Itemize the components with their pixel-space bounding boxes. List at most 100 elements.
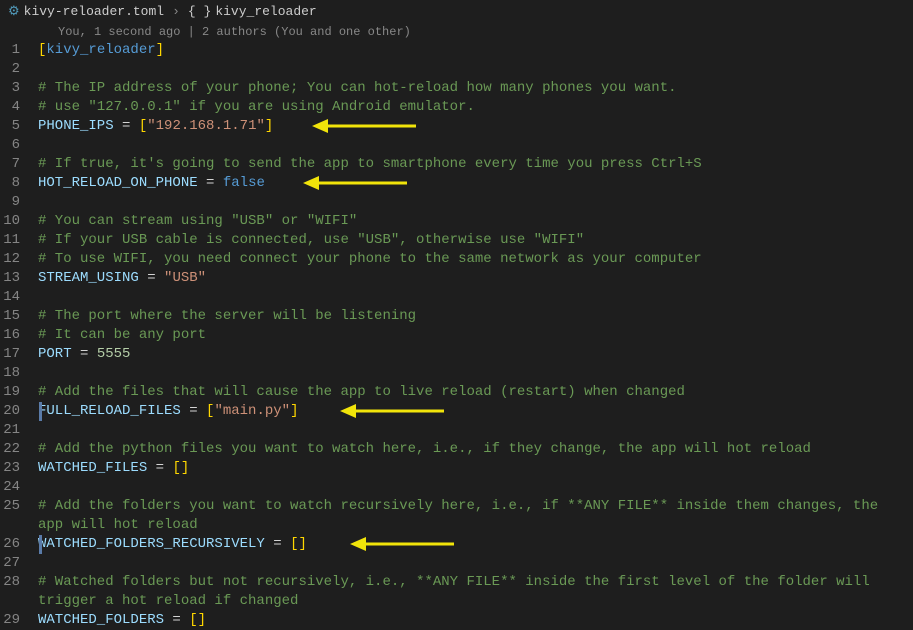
- code-line[interactable]: 20FULL_RELOAD_FILES = ["main.py"]: [0, 402, 913, 421]
- line-content[interactable]: [kivy_reloader]: [38, 41, 913, 60]
- line-content[interactable]: # You can stream using "USB" or "WIFI": [38, 212, 913, 231]
- code-editor[interactable]: 1[kivy_reloader]23# The IP address of yo…: [0, 41, 913, 630]
- line-number: 4: [0, 98, 38, 117]
- line-content[interactable]: # Add the files that will cause the app …: [38, 383, 913, 402]
- code-line[interactable]: 3# The IP address of your phone; You can…: [0, 79, 913, 98]
- line-number: 14: [0, 288, 38, 307]
- code-line[interactable]: 2: [0, 60, 913, 79]
- annotation-arrow-icon: [350, 535, 454, 553]
- line-content[interactable]: WATCHED_FOLDERS = []: [38, 611, 913, 630]
- line-number: 20: [0, 402, 38, 421]
- code-line[interactable]: 11# If your USB cable is connected, use …: [0, 231, 913, 250]
- token-key: PHONE_IPS: [38, 118, 114, 134]
- line-content[interactable]: # If your USB cable is connected, use "U…: [38, 231, 913, 250]
- gutter-change-marker: [39, 535, 42, 554]
- code-line[interactable]: 4# use "127.0.0.1" if you are using Andr…: [0, 98, 913, 117]
- token-op: =: [164, 612, 189, 628]
- token-comment: # To use WIFI, you need connect your pho…: [38, 251, 702, 267]
- token-bracket: ]: [181, 460, 189, 476]
- code-line[interactable]: 5PHONE_IPS = ["192.168.1.71"]: [0, 117, 913, 136]
- code-line[interactable]: 27: [0, 554, 913, 573]
- line-content[interactable]: STREAM_USING = "USB": [38, 269, 913, 288]
- git-blame-annotation[interactable]: You, 1 second ago | 2 authors (You and o…: [0, 23, 913, 41]
- line-number: 28: [0, 573, 38, 592]
- token-comment: # use "127.0.0.1" if you are using Andro…: [38, 99, 475, 115]
- line-content[interactable]: # The IP address of your phone; You can …: [38, 79, 913, 98]
- line-content[interactable]: PORT = 5555: [38, 345, 913, 364]
- line-content[interactable]: HOT_RELOAD_ON_PHONE = false: [38, 174, 913, 193]
- line-number: 12: [0, 250, 38, 269]
- code-line[interactable]: 14: [0, 288, 913, 307]
- line-number: 24: [0, 478, 38, 497]
- code-line[interactable]: 6: [0, 136, 913, 155]
- braces-icon: { }: [188, 4, 211, 19]
- line-number: 27: [0, 554, 38, 573]
- line-content[interactable]: WATCHED_FOLDERS_RECURSIVELY = []: [38, 535, 913, 554]
- code-line[interactable]: 12# To use WIFI, you need connect your p…: [0, 250, 913, 269]
- code-line[interactable]: 15# The port where the server will be li…: [0, 307, 913, 326]
- line-number: 23: [0, 459, 38, 478]
- token-key: HOT_RELOAD_ON_PHONE: [38, 175, 198, 191]
- code-line[interactable]: 8HOT_RELOAD_ON_PHONE = false: [0, 174, 913, 193]
- token-op: =: [114, 118, 139, 134]
- line-number: 26: [0, 535, 38, 554]
- code-line[interactable]: 28# Watched folders but not recursively,…: [0, 573, 913, 611]
- code-line[interactable]: 18: [0, 364, 913, 383]
- breadcrumb-file[interactable]: kivy-reloader.toml: [24, 4, 164, 19]
- line-number: 9: [0, 193, 38, 212]
- code-line[interactable]: 16# It can be any port: [0, 326, 913, 345]
- token-string: "USB": [164, 270, 206, 286]
- line-number: 19: [0, 383, 38, 402]
- line-number: 6: [0, 136, 38, 155]
- line-number: 29: [0, 611, 38, 630]
- token-key: WATCHED_FOLDERS_RECURSIVELY: [38, 536, 265, 552]
- code-line[interactable]: 29WATCHED_FOLDERS = []: [0, 611, 913, 630]
- gutter-change-marker: [39, 402, 42, 421]
- breadcrumb[interactable]: ⚙ kivy-reloader.toml › { } kivy_reloader: [0, 0, 913, 23]
- line-content[interactable]: # Add the folders you want to watch recu…: [38, 497, 913, 535]
- line-number: 13: [0, 269, 38, 288]
- code-line[interactable]: 22# Add the python files you want to wat…: [0, 440, 913, 459]
- code-line[interactable]: 9: [0, 193, 913, 212]
- token-bool: false: [223, 175, 265, 191]
- line-content[interactable]: FULL_RELOAD_FILES = ["main.py"]: [38, 402, 913, 421]
- line-content[interactable]: # It can be any port: [38, 326, 913, 345]
- token-key: FULL_RELOAD_FILES: [38, 403, 181, 419]
- token-key: WATCHED_FILES: [38, 460, 147, 476]
- line-number: 5: [0, 117, 38, 136]
- code-line[interactable]: 1[kivy_reloader]: [0, 41, 913, 60]
- token-bracket: ]: [265, 118, 273, 134]
- code-line[interactable]: 10# You can stream using "USB" or "WIFI": [0, 212, 913, 231]
- code-line[interactable]: 25# Add the folders you want to watch re…: [0, 497, 913, 535]
- token-op: =: [181, 403, 206, 419]
- code-line[interactable]: 26WATCHED_FOLDERS_RECURSIVELY = []: [0, 535, 913, 554]
- token-bracket: ]: [198, 612, 206, 628]
- line-content[interactable]: PHONE_IPS = ["192.168.1.71"]: [38, 117, 913, 136]
- annotation-arrow-icon: [340, 402, 444, 420]
- line-content[interactable]: # If true, it's going to send the app to…: [38, 155, 913, 174]
- code-line[interactable]: 7# If true, it's going to send the app t…: [0, 155, 913, 174]
- token-comment: # Add the python files you want to watch…: [38, 441, 811, 457]
- token-string: "192.168.1.71": [147, 118, 265, 134]
- token-op: =: [139, 270, 164, 286]
- line-content[interactable]: # The port where the server will be list…: [38, 307, 913, 326]
- line-content[interactable]: # use "127.0.0.1" if you are using Andro…: [38, 98, 913, 117]
- code-line[interactable]: 13STREAM_USING = "USB": [0, 269, 913, 288]
- line-content[interactable]: WATCHED_FILES = []: [38, 459, 913, 478]
- code-line[interactable]: 17PORT = 5555: [0, 345, 913, 364]
- token-comment: # If true, it's going to send the app to…: [38, 156, 702, 172]
- annotation-arrow-icon: [312, 117, 416, 135]
- line-content[interactable]: # To use WIFI, you need connect your pho…: [38, 250, 913, 269]
- breadcrumb-symbol[interactable]: kivy_reloader: [215, 4, 316, 19]
- code-line[interactable]: 19# Add the files that will cause the ap…: [0, 383, 913, 402]
- line-content[interactable]: # Add the python files you want to watch…: [38, 440, 913, 459]
- line-number: 7: [0, 155, 38, 174]
- code-line[interactable]: 23WATCHED_FILES = []: [0, 459, 913, 478]
- code-line[interactable]: 24: [0, 478, 913, 497]
- code-line[interactable]: 21: [0, 421, 913, 440]
- token-comment: # Add the folders you want to watch recu…: [38, 498, 887, 533]
- line-content[interactable]: # Watched folders but not recursively, i…: [38, 573, 913, 611]
- line-number: 21: [0, 421, 38, 440]
- line-number: 17: [0, 345, 38, 364]
- token-bracket: [: [189, 612, 197, 628]
